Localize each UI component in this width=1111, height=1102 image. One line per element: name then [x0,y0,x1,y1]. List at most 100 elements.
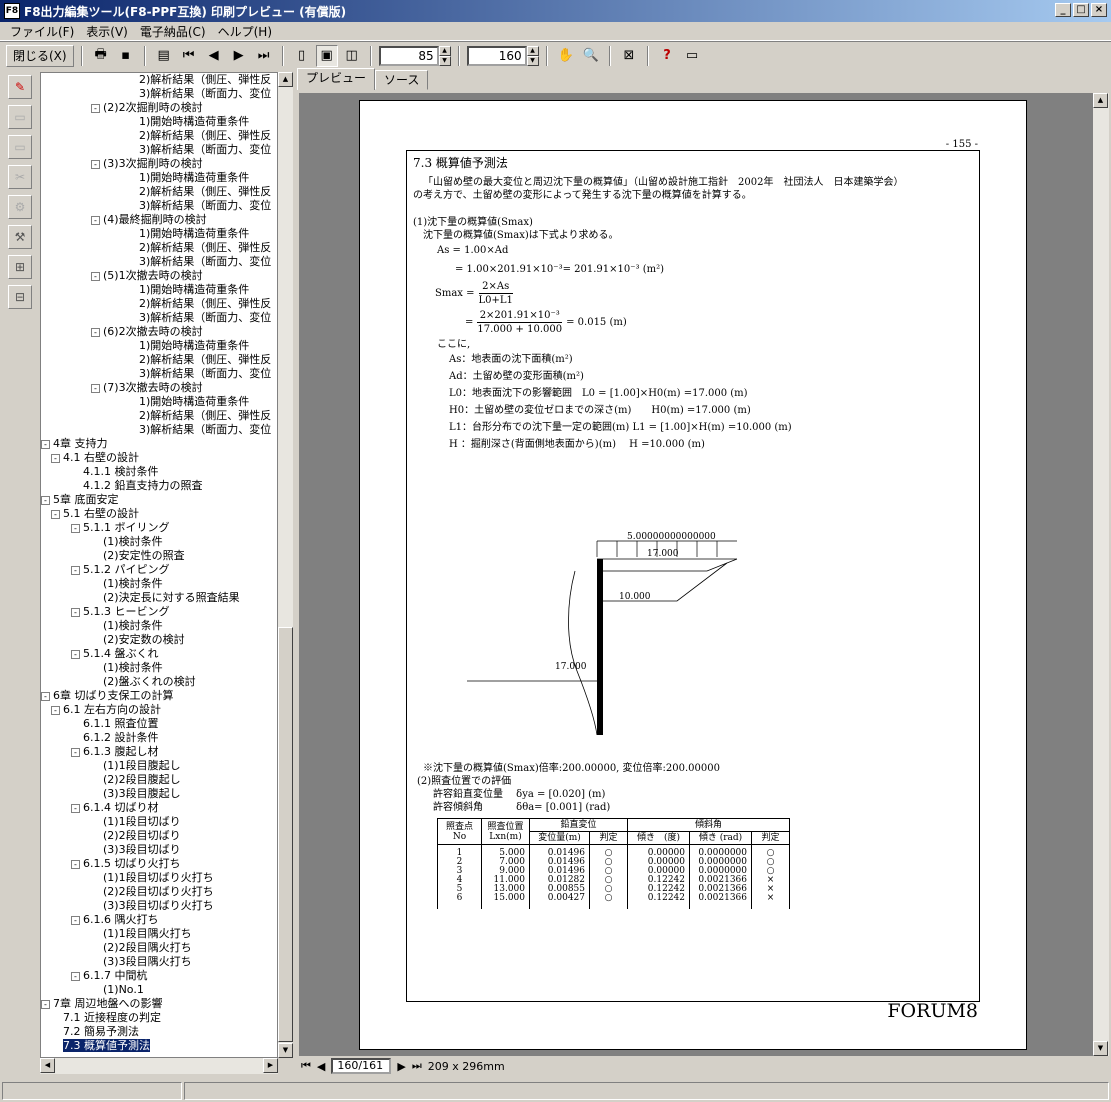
tree-item[interactable]: (2)決定長に対する照査結果 [41,591,277,605]
tree-item[interactable]: (2)2段目切ばり [41,829,277,843]
tree-horizontal-scrollbar[interactable]: ◀ ▶ [40,1058,278,1074]
tree-item[interactable]: -5.1.2 パイピング [41,563,277,577]
scroll-thumb[interactable] [1093,93,1109,1023]
tree-item[interactable]: 2)解析結果（側圧、弾性反 [41,129,277,143]
zoom-tool-icon[interactable]: 🔍 [580,45,602,67]
tree-item[interactable]: (2)安定数の検討 [41,633,277,647]
tree-expander-icon[interactable]: - [41,691,50,701]
first-page-icon[interactable]: ⏮ [178,45,200,67]
tree-vertical-scrollbar[interactable]: ▲ ▼ [278,72,293,1058]
tree-item[interactable]: -4章 支持力 [41,437,277,451]
tree-item[interactable]: 3)解析結果（断面力、変位 [41,143,277,157]
single-page-icon[interactable]: ▯ [291,45,313,67]
tree-item[interactable]: 2)解析結果（側圧、弾性反 [41,241,277,255]
tree-item[interactable]: 3)解析結果（断面力、変位 [41,87,277,101]
tree-expander-icon[interactable]: - [71,747,80,757]
print-icon[interactable]: 🖶 [90,45,112,67]
tree-expander-icon[interactable]: - [71,803,80,813]
tree-item[interactable]: -6.1.5 切ばり火打ち [41,857,277,871]
tree-item[interactable]: -5.1.1 ボイリング [41,521,277,535]
page-down-arrow-icon[interactable]: ▼ [526,55,539,66]
tree-item[interactable]: 2)解析結果（側圧、弾性反 [41,353,277,367]
tree-expander-icon[interactable]: - [71,971,80,981]
tree-item[interactable]: 3)解析結果（断面力、変位 [41,367,277,381]
tree-item[interactable]: -6.1.6 隅火打ち [41,913,277,927]
fit-page-icon[interactable]: ▣ [315,44,338,67]
edit-pencil-icon[interactable]: ✎ [8,75,32,99]
tree-item[interactable]: 1)開始時構造荷重条件 [41,283,277,297]
tree-item[interactable]: 1)開始時構造荷重条件 [41,395,277,409]
tree-item[interactable]: (2)2段目腹起し [41,773,277,787]
last-page-icon[interactable]: ⏭ [253,45,275,67]
tree-item[interactable]: (1)検討条件 [41,577,277,591]
tree-expander-icon[interactable]: - [91,103,100,113]
tree-item[interactable]: -6.1 左右方向の設計 [41,703,277,717]
tree-item[interactable]: 7.3 概算値予測法 [41,1039,277,1053]
tree-item[interactable]: -5.1.3 ヒービング [41,605,277,619]
tree-expand-icon[interactable]: ⊞ [8,255,32,279]
tab-preview[interactable]: プレビュー [297,68,376,90]
tree-item[interactable]: (2)盤ぶくれの検討 [41,675,277,689]
tree-item[interactable]: -5.1 右壁の設計 [41,507,277,521]
tree-item[interactable]: 7.1 近接程度の判定 [41,1011,277,1025]
next-page-icon[interactable]: ▶ [228,45,250,67]
tree-expander-icon[interactable]: - [71,915,80,925]
menu-view[interactable]: 表示(V) [80,23,134,40]
tree-item[interactable]: 4.1.1 検討条件 [41,465,277,479]
tree-item[interactable]: - (4)最終掘削時の検討 [41,213,277,227]
tree-item[interactable]: -5章 底面安定 [41,493,277,507]
tree-item[interactable]: (1)No.1 [41,983,277,997]
two-page-icon[interactable]: ◫ [341,45,363,67]
page-up-arrow-icon[interactable]: ▲ [526,45,539,56]
tree-item[interactable]: -6.1.4 切ばり材 [41,801,277,815]
tree-expander-icon[interactable]: - [51,453,60,463]
tree-item[interactable]: (1)1段目腹起し [41,759,277,773]
tree-expander-icon[interactable]: - [51,705,60,715]
tree-expander-icon[interactable]: - [41,999,50,1009]
scroll-up-icon[interactable]: ▲ [1093,93,1108,108]
zoom-input[interactable] [378,45,439,66]
tree-item[interactable]: 6.1.2 設計条件 [41,731,277,745]
tab-source[interactable]: ソース [375,70,429,90]
tree-item[interactable]: (3)3段目隅火打ち [41,955,277,969]
tree-expander-icon[interactable]: - [71,565,80,575]
nav-first-icon[interactable]: ⏮ [301,1059,311,1073]
tree-item[interactable]: (1)1段目切ばり火打ち [41,871,277,885]
save-icon[interactable]: ▪ [115,45,137,67]
tree-item[interactable]: 4.1.2 鉛直支持力の照査 [41,479,277,493]
tree-item[interactable]: (3)3段目腹起し [41,787,277,801]
tree-item[interactable]: -6章 切ばり支保工の計算 [41,689,277,703]
tree-item[interactable]: 2)解析結果（側圧、弾性反 [41,73,277,87]
tree-item[interactable]: 6.1.1 照査位置 [41,717,277,731]
scroll-down-icon[interactable]: ▼ [278,1043,293,1058]
tree-item[interactable]: - (3)3次掘削時の検討 [41,157,277,171]
scroll-thumb[interactable] [278,627,293,1042]
tree-item[interactable]: (1)検討条件 [41,661,277,675]
close-window-button[interactable]: × [1091,3,1107,17]
tree-expander-icon[interactable]: - [91,327,100,337]
tree-expander-icon[interactable]: - [71,859,80,869]
tree-collapse-icon[interactable]: ⊟ [8,285,32,309]
tree-item[interactable]: 3)解析結果（断面力、変位 [41,255,277,269]
tree-item[interactable]: -6.1.3 腹起し材 [41,745,277,759]
tree-item[interactable]: 1)開始時構造荷重条件 [41,115,277,129]
tree-item[interactable]: (2)2段目切ばり火打ち [41,885,277,899]
menu-file[interactable]: ファイル(F) [4,23,80,40]
scroll-right-icon[interactable]: ▶ [263,1058,278,1073]
tree-item[interactable]: - (6)2次撤去時の検討 [41,325,277,339]
tree-item[interactable]: (1)1段目隅火打ち [41,927,277,941]
tree-item[interactable]: (1)検討条件 [41,535,277,549]
maximize-button[interactable]: □ [1073,3,1089,17]
tree-expander-icon[interactable]: - [91,159,100,169]
tree-item[interactable]: -4.1 右壁の設計 [41,451,277,465]
nav-last-icon[interactable]: ⏭ [412,1059,422,1073]
tree-item[interactable]: 1)開始時構造荷重条件 [41,339,277,353]
menu-edelivery[interactable]: 電子納品(C) [134,23,212,40]
tree-item[interactable]: - (2)2次掘削時の検討 [41,101,277,115]
nav-next-icon[interactable]: ▶ [397,1060,405,1073]
zoom-up-arrow-icon[interactable]: ▲ [438,45,451,56]
tree-item[interactable]: - (7)3次撤去時の検討 [41,381,277,395]
tree-item[interactable]: 1)開始時構造荷重条件 [41,227,277,241]
tree-item[interactable]: (2)安定性の照査 [41,549,277,563]
tree-item[interactable]: 3)解析結果（断面力、変位 [41,199,277,213]
